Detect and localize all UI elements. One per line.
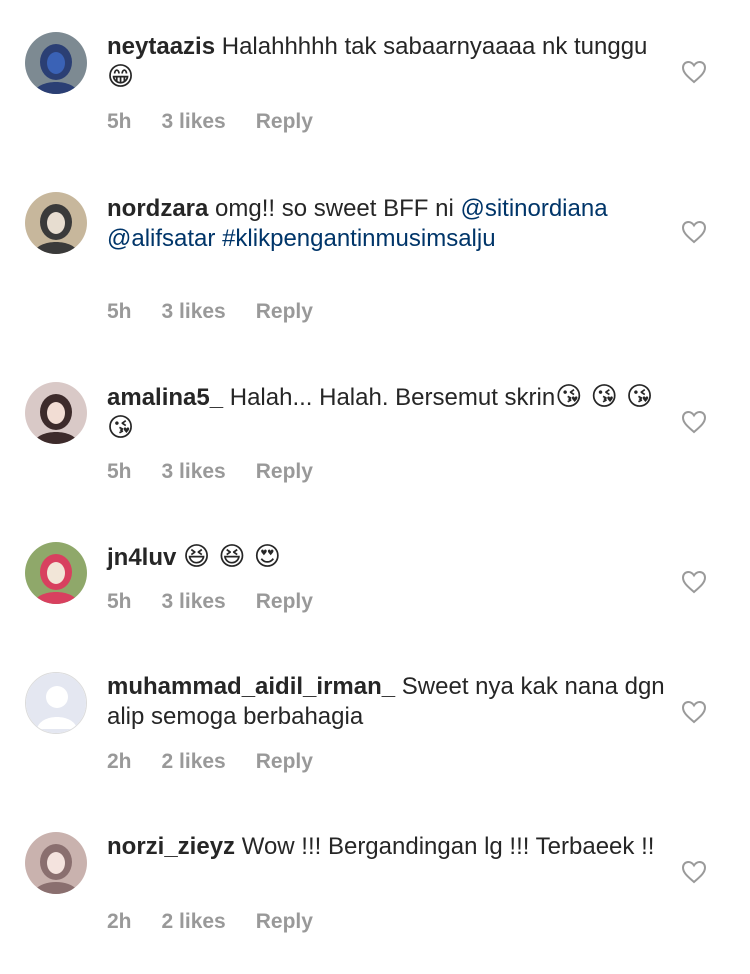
comment-meta: 2h 2 likes Reply xyxy=(107,910,343,934)
comment-username[interactable]: jn4luv xyxy=(107,544,176,571)
reply-button[interactable]: Reply xyxy=(256,300,313,323)
comment-username[interactable]: neytaazis xyxy=(107,33,215,60)
comment-username[interactable]: norzi_zieyz xyxy=(107,833,235,860)
comment-timestamp: 5h xyxy=(107,590,132,613)
comment-body: nordzara omg!! so sweet BFF ni @sitinord… xyxy=(107,194,667,254)
avatar[interactable] xyxy=(25,192,87,254)
avatar[interactable] xyxy=(25,832,87,894)
comment-text: Halah... Halah. Bersemut skrin xyxy=(229,384,556,411)
comment-body: neytaazis Halahhhhh tak sabaarnyaaaa nk … xyxy=(107,32,667,93)
comment-body: norzi_zieyz Wow !!! Bergandingan lg !!! … xyxy=(107,832,667,862)
likes-count-link[interactable]: 2 likes xyxy=(162,910,226,933)
likes-count-link[interactable]: 3 likes xyxy=(162,460,226,483)
comment-body: jn4luv 😆 😆 😍 xyxy=(107,542,667,573)
comment-meta: 5h 3 likes Reply xyxy=(107,110,343,134)
emoji-text: 😁 xyxy=(107,62,135,92)
comment-timestamp: 5h xyxy=(107,460,132,483)
like-heart-icon[interactable] xyxy=(681,220,707,244)
like-heart-icon[interactable] xyxy=(681,410,707,434)
comment-username[interactable]: muhammad_aidil_irman_ xyxy=(107,673,395,700)
comment-timestamp: 5h xyxy=(107,300,132,323)
comment-body: muhammad_aidil_irman_ Sweet nya kak nana… xyxy=(107,672,667,732)
reply-button[interactable]: Reply xyxy=(256,110,313,133)
comment-text: Wow !!! Bergandingan lg !!! Terbaeek !! xyxy=(241,833,655,860)
hashtag-link[interactable]: #klikpengantinmusimsalju xyxy=(222,225,495,252)
comment-username[interactable]: amalina5_ xyxy=(107,384,223,411)
reply-button[interactable]: Reply xyxy=(256,460,313,483)
likes-count-link[interactable]: 3 likes xyxy=(162,590,226,613)
like-heart-icon[interactable] xyxy=(681,700,707,724)
comment-body: amalina5_ Halah... Halah. Bersemut skrin… xyxy=(107,382,667,444)
comment-text: omg!! so sweet BFF ni xyxy=(215,195,461,222)
comment-timestamp: 5h xyxy=(107,110,132,133)
avatar[interactable] xyxy=(25,32,87,94)
like-heart-icon[interactable] xyxy=(681,60,707,84)
comment-meta: 5h 3 likes Reply xyxy=(107,460,343,484)
comment-timestamp: 2h xyxy=(107,910,132,933)
avatar[interactable] xyxy=(25,542,87,604)
likes-count-link[interactable]: 3 likes xyxy=(162,300,226,323)
emoji-text: 😆 😆 😍 xyxy=(183,542,281,572)
like-heart-icon[interactable] xyxy=(681,570,707,594)
mention-link[interactable]: @sitinordiana xyxy=(460,195,607,222)
comment-meta: 5h 3 likes Reply xyxy=(107,300,343,324)
comment-meta: 5h 3 likes Reply xyxy=(107,590,343,614)
comment-text: Halahhhhh tak sabaarnyaaaa nk tunggu xyxy=(221,33,648,60)
comment-username[interactable]: nordzara xyxy=(107,195,208,222)
comment-meta: 2h 2 likes Reply xyxy=(107,750,343,774)
likes-count-link[interactable]: 3 likes xyxy=(162,110,226,133)
avatar[interactable] xyxy=(25,672,87,734)
likes-count-link[interactable]: 2 likes xyxy=(162,750,226,773)
comment-timestamp: 2h xyxy=(107,750,132,773)
avatar[interactable] xyxy=(25,382,87,444)
reply-button[interactable]: Reply xyxy=(256,910,313,933)
mention-link[interactable]: @alifsatar xyxy=(107,225,215,252)
reply-button[interactable]: Reply xyxy=(256,590,313,613)
reply-button[interactable]: Reply xyxy=(256,750,313,773)
like-heart-icon[interactable] xyxy=(681,860,707,884)
